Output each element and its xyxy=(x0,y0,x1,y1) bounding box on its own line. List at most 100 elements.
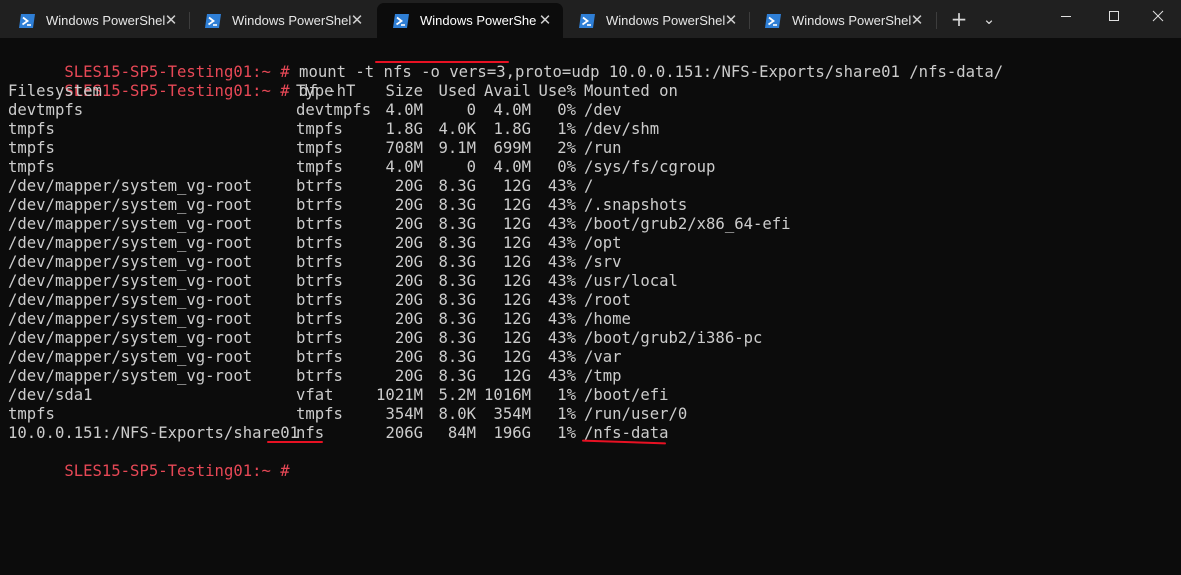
cell-mounted-on: /boot/grub2/i386-pc xyxy=(584,329,763,347)
close-icon[interactable]: ✕ xyxy=(537,12,553,28)
cell-filesystem: /dev/mapper/system_vg-root xyxy=(8,196,253,214)
header-size: Size xyxy=(385,82,423,100)
cell-used: 0 xyxy=(466,101,476,119)
df-table-row: tmpfs tmpfs 354M 8.0K 354M 1% /run/user/0 xyxy=(8,405,1173,424)
cell-filesystem: /dev/mapper/system_vg-root xyxy=(8,329,253,347)
cell-type: tmpfs xyxy=(296,139,343,157)
cell-size: 20G xyxy=(394,348,423,366)
df-table-row: tmpfs tmpfs 4.0M 0 4.0M 0% /sys/fs/cgroup xyxy=(8,158,1173,177)
df-table-row: devtmpfs devtmpfs 4.0M 0 4.0M 0% /dev xyxy=(8,101,1173,120)
close-window-button[interactable] xyxy=(1135,0,1181,32)
cell-use-percent: 43% xyxy=(547,234,576,252)
powershell-icon xyxy=(19,13,35,28)
cell-use-percent: 43% xyxy=(547,367,576,385)
close-icon[interactable]: ✕ xyxy=(909,12,925,28)
cell-use-percent: 0% xyxy=(557,158,576,176)
cell-used: 8.0K xyxy=(438,405,476,423)
command-line-current[interactable]: SLES15-SP5-Testing01:~ # xyxy=(8,443,289,480)
cell-use-percent: 43% xyxy=(547,215,576,233)
df-header-row: Filesystem Type Size Used Avail Use% Mounted o… xyxy=(8,82,1173,101)
cell-use-percent: 43% xyxy=(547,253,576,271)
cell-filesystem: /dev/mapper/system_vg-root xyxy=(8,234,253,252)
cell-type: btrfs xyxy=(296,234,343,252)
tab-title: Windows PowerShel xyxy=(792,13,912,28)
cell-mounted-on: /opt xyxy=(584,234,622,252)
cell-filesystem: tmpfs xyxy=(8,405,55,423)
tab-title: Windows PowerShel xyxy=(46,13,166,28)
cell-mounted-on: /var xyxy=(584,348,622,366)
cell-filesystem: tmpfs xyxy=(8,120,55,138)
cell-mounted-on: /.snapshots xyxy=(584,196,688,214)
df-table-row: /dev/mapper/system_vg-root btrfs 20G 8.3G 12… xyxy=(8,329,1173,348)
cell-filesystem: /dev/mapper/system_vg-root xyxy=(8,348,253,366)
close-icon[interactable]: ✕ xyxy=(349,12,365,28)
cell-used: 84M xyxy=(447,424,476,442)
tab-powershell-2[interactable]: Windows PowerShel ✕ xyxy=(189,3,375,38)
cell-used: 8.3G xyxy=(438,310,476,328)
cell-avail: 354M xyxy=(493,405,531,423)
cell-type: tmpfs xyxy=(296,120,343,138)
cell-size: 20G xyxy=(394,310,423,328)
cell-avail: 12G xyxy=(502,272,531,290)
tab-dropdown-button[interactable]: ⌄ xyxy=(975,5,1003,33)
cell-use-percent: 43% xyxy=(547,196,576,214)
cell-avail: 4.0M xyxy=(493,101,531,119)
shell-prompt: SLES15-SP5-Testing01:~ # xyxy=(64,462,290,480)
cell-type: btrfs xyxy=(296,348,343,366)
cell-size: 20G xyxy=(394,196,423,214)
df-table-row: /dev/mapper/system_vg-root btrfs 20G 8.3G 12… xyxy=(8,196,1173,215)
cell-use-percent: 1% xyxy=(557,405,576,423)
cell-filesystem: devtmpfs xyxy=(8,101,84,119)
tab-powershell-1[interactable]: Windows PowerShel ✕ xyxy=(3,3,189,38)
cell-filesystem: /dev/mapper/system_vg-root xyxy=(8,310,253,328)
cell-avail: 1016M xyxy=(484,386,531,404)
cell-filesystem: /dev/mapper/system_vg-root xyxy=(8,177,253,195)
cell-type: btrfs xyxy=(296,329,343,347)
cell-size: 4.0M xyxy=(385,101,423,119)
close-window-icon xyxy=(1152,10,1164,22)
cell-type: btrfs xyxy=(296,291,343,309)
maximize-icon xyxy=(1109,11,1119,21)
df-table-row: tmpfs tmpfs 708M 9.1M 699M 2% /run xyxy=(8,139,1173,158)
windows-terminal-window: Windows PowerShel ✕ Windows PowerShel ✕ … xyxy=(0,0,1181,575)
cell-size: 20G xyxy=(394,367,423,385)
header-used: Used xyxy=(438,82,476,100)
cell-mounted-on: /run xyxy=(584,139,622,157)
cell-type: btrfs xyxy=(296,177,343,195)
cell-size: 20G xyxy=(394,234,423,252)
new-tab-button[interactable]: + xyxy=(945,5,973,33)
cell-mounted-on: /boot/grub2/x86_64-efi xyxy=(584,215,791,233)
cell-avail: 12G xyxy=(502,348,531,366)
cell-avail: 4.0M xyxy=(493,158,531,176)
cell-type: btrfs xyxy=(296,215,343,233)
tab-bar: Windows PowerShel ✕ Windows PowerShel ✕ … xyxy=(0,0,1181,38)
tab-powershell-3-active[interactable]: Windows PowerShe ✕ xyxy=(377,3,563,38)
df-table-row: /dev/mapper/system_vg-root btrfs 20G 8.3G 12… xyxy=(8,272,1173,291)
tab-powershell-5[interactable]: Windows PowerShel ✕ xyxy=(749,3,935,38)
df-table-row: tmpfs tmpfs 1.8G 4.0K 1.8G 1% /dev/shm xyxy=(8,120,1173,139)
cell-use-percent: 43% xyxy=(547,272,576,290)
cell-type: tmpfs xyxy=(296,405,343,423)
cell-size: 20G xyxy=(394,329,423,347)
cell-filesystem: tmpfs xyxy=(8,139,55,157)
cell-avail: 12G xyxy=(502,196,531,214)
cell-use-percent: 43% xyxy=(547,177,576,195)
tab-separator xyxy=(936,12,937,29)
cell-use-percent: 43% xyxy=(547,348,576,366)
cell-mounted-on: /usr/local xyxy=(584,272,678,290)
tab-powershell-4[interactable]: Windows PowerShel ✕ xyxy=(563,3,749,38)
close-icon[interactable]: ✕ xyxy=(723,12,739,28)
terminal-output[interactable]: SLES15-SP5-Testing01:~ # mount -t nfs -o… xyxy=(8,44,1173,575)
cell-filesystem: /dev/mapper/system_vg-root xyxy=(8,215,253,233)
powershell-icon xyxy=(393,13,409,28)
cell-size: 1.8G xyxy=(385,120,423,138)
cell-use-percent: 1% xyxy=(557,120,576,138)
cell-filesystem: /dev/mapper/system_vg-root xyxy=(8,272,253,290)
cell-size: 20G xyxy=(394,215,423,233)
close-icon[interactable]: ✕ xyxy=(163,12,179,28)
cell-type: btrfs xyxy=(296,196,343,214)
minimize-button[interactable] xyxy=(1043,0,1089,32)
maximize-button[interactable] xyxy=(1091,0,1137,32)
cell-type: devtmpfs xyxy=(296,101,372,119)
cell-filesystem: /dev/sda1 xyxy=(8,386,93,404)
